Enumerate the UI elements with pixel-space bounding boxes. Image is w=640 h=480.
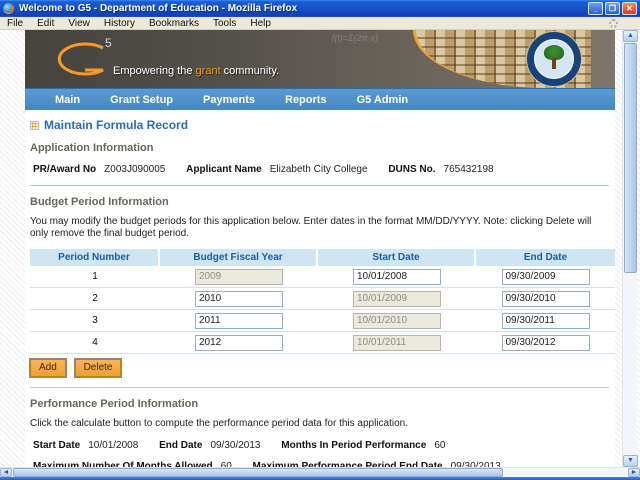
menu-bookmarks[interactable]: Bookmarks — [142, 17, 206, 30]
menu-view[interactable]: View — [61, 17, 97, 30]
nav-grant-setup[interactable]: Grant Setup — [110, 94, 173, 106]
restore-button[interactable]: ❐ — [605, 2, 620, 15]
banner-tagline: Empowering the grant community. — [113, 65, 280, 77]
end-date-value: 09/30/2013 — [210, 440, 261, 451]
table-row: 3 — [30, 310, 615, 332]
end-date-input-3[interactable] — [501, 312, 590, 329]
window-titlebar[interactable]: Welcome to G5 - Department of Education … — [0, 0, 640, 17]
window-title: Welcome to G5 - Department of Education … — [19, 3, 298, 14]
table-row: 4 — [30, 332, 615, 354]
firefox-icon — [3, 3, 14, 14]
fiscal-year-input-1[interactable] — [195, 268, 283, 285]
g5-banner: f(t)=Σ(2π·x) 5 Empowering the grant comm… — [25, 30, 615, 88]
budget-period-heading: Budget Period Information — [30, 196, 169, 208]
scroll-down-arrow[interactable]: ▼ — [623, 455, 638, 467]
col-start-date: Start Date — [318, 249, 476, 266]
duns-label: DUNS No. — [388, 164, 436, 175]
section-divider — [30, 387, 609, 388]
menu-help[interactable]: Help — [243, 17, 278, 30]
dept-of-education-seal-icon — [527, 32, 581, 86]
period-number: 4 — [30, 332, 160, 354]
menu-tools[interactable]: Tools — [206, 17, 243, 30]
scroll-right-arrow[interactable]: ► — [628, 468, 640, 477]
form-icon — [30, 120, 39, 130]
end-date-label: End Date — [159, 440, 203, 451]
period-number: 2 — [30, 288, 160, 310]
pr-award-label: PR/Award No — [33, 164, 97, 175]
end-date-input-1[interactable] — [501, 268, 590, 285]
nav-payments[interactable]: Payments — [203, 94, 255, 106]
fiscal-year-input-3[interactable] — [195, 312, 283, 329]
application-info-row: PR/Award No Z003J090005 Applicant Name Eli… — [33, 164, 609, 175]
horizontal-scrollbar[interactable]: ◄ ► — [0, 467, 640, 477]
g5-logo-icon — [57, 42, 104, 76]
col-period-number: Period Number — [30, 249, 160, 266]
section-divider — [30, 185, 609, 186]
start-date-input-3[interactable] — [353, 312, 441, 329]
close-button[interactable]: ✕ — [622, 2, 637, 15]
months-in-period-label: Months In Period Performance — [281, 440, 427, 451]
fiscal-year-input-4[interactable] — [195, 334, 283, 351]
delete-button[interactable]: Delete — [73, 358, 123, 378]
period-number: 3 — [30, 310, 160, 332]
page-title: Maintain Formula Record — [30, 118, 609, 132]
col-end-date: End Date — [476, 249, 615, 266]
scroll-left-arrow[interactable]: ◄ — [0, 468, 12, 477]
applicant-name-value: Elizabeth City College — [269, 164, 368, 175]
application-info-heading: Application Information — [30, 142, 154, 154]
start-date-value: 10/01/2008 — [88, 440, 139, 451]
page-viewport: f(t)=Σ(2π·x) 5 Empowering the grant comm… — [0, 30, 640, 467]
menubar: File Edit View History Bookmarks Tools H… — [0, 17, 640, 30]
performance-summary-row-1: Start Date 10/01/2008 End Date 09/30/2013 … — [33, 440, 609, 451]
page-content: Maintain Formula Record Application Info… — [25, 110, 615, 467]
scroll-up-arrow[interactable]: ▲ — [623, 30, 638, 42]
fiscal-year-input-2[interactable] — [195, 290, 283, 307]
menu-edit[interactable]: Edit — [30, 17, 61, 30]
table-row: 2 — [30, 288, 615, 310]
end-date-input-2[interactable] — [501, 290, 590, 307]
table-row: 1 — [30, 266, 615, 288]
start-date-input-1[interactable] — [353, 268, 441, 285]
start-date-input-4[interactable] — [353, 334, 441, 351]
horizontal-scroll-thumb[interactable] — [13, 468, 503, 477]
duns-value: 765432198 — [443, 164, 494, 175]
vertical-scrollbar[interactable]: ▲ ▼ — [622, 30, 638, 467]
g5-logo-number: 5 — [105, 36, 112, 50]
menu-history[interactable]: History — [97, 17, 142, 30]
nav-reports[interactable]: Reports — [285, 94, 327, 106]
applicant-name-label: Applicant Name — [186, 164, 262, 175]
nav-main[interactable]: Main — [55, 94, 80, 106]
chalkboard-formula: f(t)=Σ(2π·x) — [331, 33, 378, 43]
main-navbar: Main Grant Setup Payments Reports G5 Adm… — [25, 88, 615, 110]
budget-period-table: Period Number Budget Fiscal Year Start D… — [30, 249, 615, 354]
menu-file[interactable]: File — [0, 17, 30, 30]
period-number: 1 — [30, 266, 160, 288]
performance-period-heading: Performance Period Information — [30, 398, 199, 410]
budget-instructions: You may modify the budget periods for th… — [30, 216, 592, 239]
add-button[interactable]: Add — [29, 358, 67, 378]
end-date-input-4[interactable] — [501, 334, 590, 351]
months-in-period-value: 60 — [434, 440, 446, 451]
throbber-icon — [609, 18, 618, 28]
col-budget-fiscal-year: Budget Fiscal Year — [160, 249, 318, 266]
performance-instructions: Click the calculate button to compute th… — [30, 418, 408, 429]
vertical-scroll-thumb[interactable] — [624, 43, 637, 273]
pr-award-value: Z003J090005 — [104, 164, 166, 175]
start-date-label: Start Date — [33, 440, 81, 451]
minimize-button[interactable]: _ — [588, 2, 603, 15]
firefox-window: Welcome to G5 - Department of Education … — [0, 0, 640, 480]
nav-g5-admin[interactable]: G5 Admin — [357, 94, 409, 106]
start-date-input-2[interactable] — [353, 290, 441, 307]
table-header-row: Period Number Budget Fiscal Year Start D… — [30, 249, 615, 266]
